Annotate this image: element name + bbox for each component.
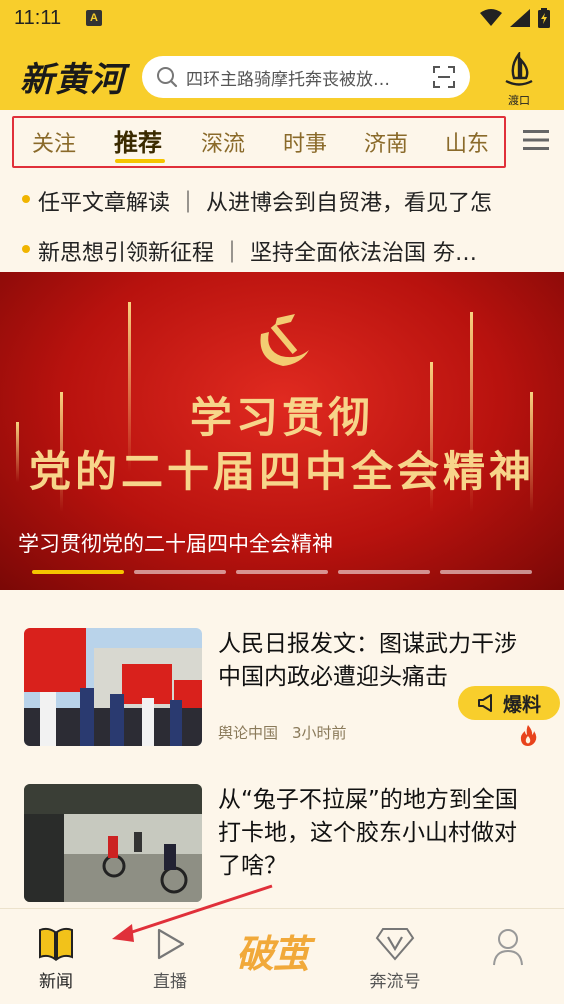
battery-icon bbox=[538, 8, 550, 28]
banner-headline-1: 学习贯彻 bbox=[189, 393, 374, 442]
nav-benliuhao[interactable]: 奔流号 bbox=[345, 909, 445, 1004]
ticker-item[interactable]: 新思想引领新征程 ｜ 坚持全面依法治国 夯… bbox=[0, 230, 564, 266]
system-icons bbox=[480, 8, 550, 28]
active-tab-indicator bbox=[115, 159, 165, 163]
dukou-label: 渡口 bbox=[508, 94, 530, 107]
news-title: 从“兔子不拉屎”的地方到全国打卡地，这个胶东小山村做对了啥？ bbox=[218, 787, 518, 879]
app-header: 新黄河 四环主路骑摩托奔丧被放… 渡口 bbox=[0, 40, 564, 112]
bullet-dot bbox=[22, 195, 30, 203]
book-icon bbox=[39, 927, 73, 961]
user-icon bbox=[493, 929, 523, 966]
nav-label: 新闻 bbox=[39, 972, 73, 992]
app-logo: 新黄河 bbox=[20, 60, 125, 100]
banner-headline-2: 党的二十届四中全会精神 bbox=[28, 447, 535, 496]
ticker-text: 新思想引领新征程 ｜ 坚持全面依法治国 夯… bbox=[38, 241, 477, 266]
tab-jinan[interactable]: 济南 bbox=[364, 126, 408, 158]
baoliao-button[interactable]: 爆料 bbox=[458, 686, 560, 720]
search-icon bbox=[157, 67, 178, 88]
tab-shandong[interactable]: 山东 bbox=[445, 126, 489, 158]
carousel-dot[interactable] bbox=[134, 570, 226, 574]
search-bar[interactable]: 四环主路骑摩托奔丧被放… bbox=[142, 56, 470, 98]
wifi-icon bbox=[480, 9, 502, 26]
news-meta: 舆论中国 3小时前 bbox=[218, 722, 347, 743]
news-item[interactable]: 从“兔子不拉屎”的地方到全国打卡地，这个胶东小山村做对了啥？ bbox=[24, 784, 544, 904]
news-thumbnail bbox=[24, 628, 202, 746]
play-icon bbox=[157, 928, 185, 960]
carousel-indicators bbox=[32, 570, 532, 574]
search-query: 四环主路骑摩托奔丧被放… bbox=[186, 69, 390, 90]
banner-carousel[interactable]: 学习贯彻 党的二十届四中全会精神 学习贯彻党的二十届四中全会精神 bbox=[0, 272, 564, 590]
carousel-dot[interactable] bbox=[338, 570, 430, 574]
carousel-dot[interactable] bbox=[236, 570, 328, 574]
carousel-dot[interactable] bbox=[440, 570, 532, 574]
scan-icon[interactable] bbox=[432, 65, 456, 89]
megaphone-icon bbox=[477, 694, 492, 712]
pojian-logo: 破茧 bbox=[236, 931, 310, 976]
nav-label: 直播 bbox=[153, 972, 187, 992]
ticker-text: 任平文章解读 ｜ 从进博会到自贸港，看见了怎 bbox=[38, 191, 492, 216]
sailboat-icon bbox=[505, 50, 533, 86]
dukou-button[interactable]: 渡口 bbox=[494, 50, 544, 108]
nav-pojian[interactable]: 破茧 bbox=[232, 909, 332, 1004]
signal-icon bbox=[510, 9, 530, 27]
nav-live[interactable]: 直播 bbox=[120, 909, 220, 1004]
status-bar: 11:11 A bbox=[0, 0, 564, 38]
bullet-dot bbox=[22, 245, 30, 253]
ticker-item[interactable]: 任平文章解读 ｜ 从进博会到自贸港，看见了怎 bbox=[0, 180, 564, 216]
party-emblem-icon bbox=[260, 314, 309, 366]
tab-guanzhu[interactable]: 关注 bbox=[32, 126, 76, 158]
carousel-dot[interactable] bbox=[32, 570, 124, 574]
tab-shishi[interactable]: 时事 bbox=[283, 126, 327, 158]
tabs-highlight-box bbox=[12, 116, 506, 168]
fire-icon bbox=[520, 725, 537, 746]
news-time: 3小时前 bbox=[292, 724, 347, 742]
nav-profile[interactable] bbox=[458, 909, 558, 1004]
status-time: 11:11 bbox=[14, 7, 62, 29]
news-source: 舆论中国 bbox=[218, 724, 279, 742]
channel-tabs: 关注 推荐 深流 时事 济南 山东 bbox=[0, 110, 564, 170]
news-title: 人民日报发文：图谋武力干涉中国内政必遭迎头痛击 bbox=[218, 631, 517, 690]
notification-app-icon: A bbox=[86, 10, 102, 26]
nav-label: 奔流号 bbox=[369, 972, 421, 992]
banner-caption: 学习贯彻党的二十届四中全会精神 bbox=[18, 532, 333, 556]
nav-news[interactable]: 新闻 bbox=[6, 909, 106, 1004]
news-thumbnail bbox=[24, 784, 202, 902]
tab-tuijian[interactable]: 推荐 bbox=[114, 123, 162, 158]
diamond-v-icon bbox=[375, 928, 415, 961]
menu-icon[interactable] bbox=[523, 128, 549, 152]
tab-shenliu[interactable]: 深流 bbox=[201, 126, 245, 158]
baoliao-label: 爆料 bbox=[502, 693, 541, 716]
bottom-nav: 新闻 直播 破茧 奔流号 bbox=[0, 908, 564, 1004]
